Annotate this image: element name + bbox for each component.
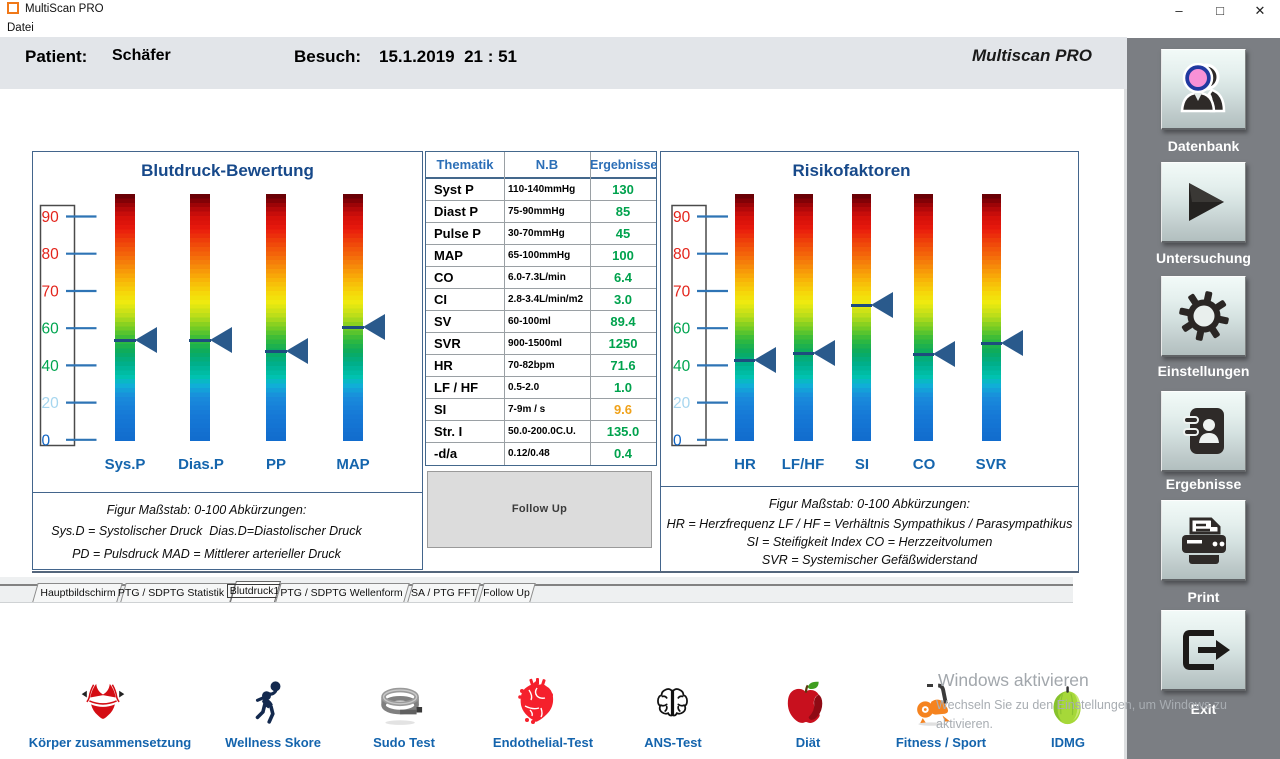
svg-text:80: 80 xyxy=(42,246,60,263)
svg-text:20: 20 xyxy=(673,395,691,412)
svg-text:90: 90 xyxy=(673,209,691,226)
svg-text:60: 60 xyxy=(42,321,60,338)
svg-text:40: 40 xyxy=(673,358,691,375)
svg-text:0: 0 xyxy=(673,432,682,449)
svg-text:60: 60 xyxy=(673,321,691,338)
svg-text:90: 90 xyxy=(42,209,60,226)
svg-text:40: 40 xyxy=(42,358,60,375)
svg-text:70: 70 xyxy=(673,284,691,301)
svg-text:20: 20 xyxy=(42,395,60,412)
svg-text:0: 0 xyxy=(42,432,51,449)
svg-text:70: 70 xyxy=(42,284,60,301)
svg-text:80: 80 xyxy=(673,246,691,263)
